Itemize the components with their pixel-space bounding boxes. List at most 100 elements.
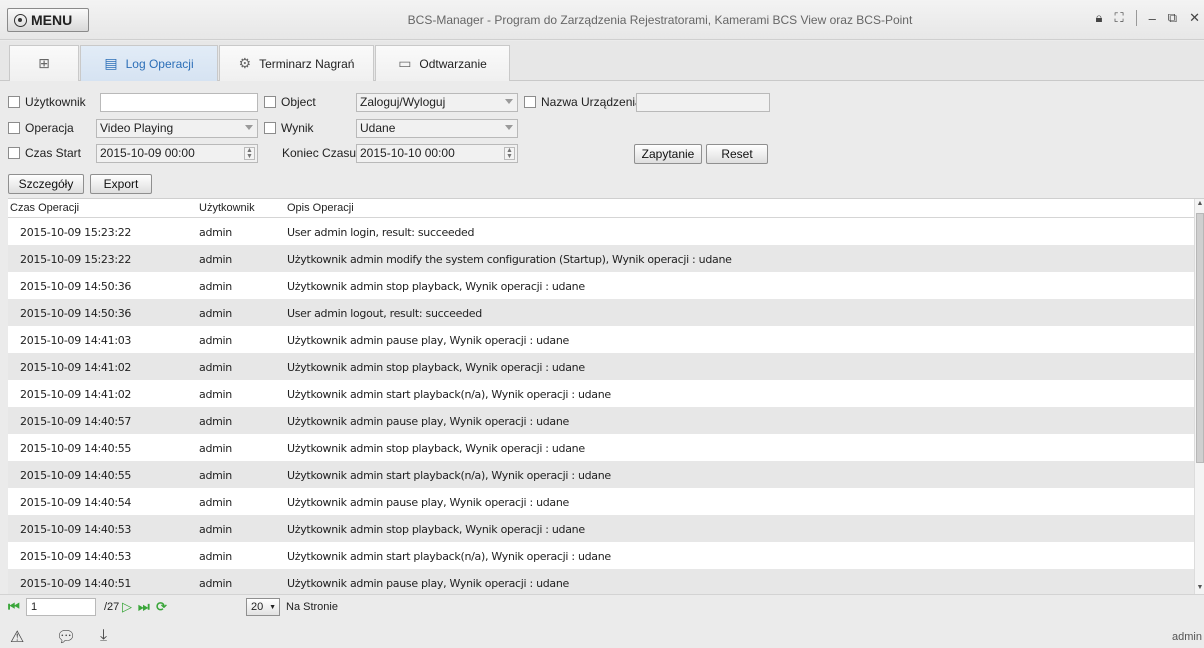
scroll-up-icon[interactable]: ▲ <box>1196 200 1204 210</box>
object-value: Zaloguj/Wyloguj <box>360 95 446 109</box>
operation-label: Operacja <box>25 121 74 135</box>
cell-time: 2015-10-09 14:41:02 <box>20 361 132 374</box>
column-header-time[interactable]: Czas Operacji <box>10 202 79 214</box>
cell-description: User admin logout, result: succeeded <box>287 307 482 320</box>
restore-icon[interactable]: ⧉ <box>1168 10 1177 26</box>
query-button[interactable]: Zapytanie <box>634 144 702 164</box>
cell-user: admin <box>199 523 232 536</box>
cell-description: Użytkownik admin start playback(n/a), Wy… <box>287 469 611 482</box>
end-time-value: 2015-10-10 00:00 <box>360 146 455 160</box>
refresh-icon[interactable]: ⟳ <box>156 599 167 615</box>
table-row[interactable]: 2015-10-09 14:50:36 admin User admin logou… <box>8 299 1194 326</box>
tab-label: Odtwarzanie <box>419 56 487 71</box>
start-checkbox[interactable] <box>8 147 20 159</box>
cell-time: 2015-10-09 14:50:36 <box>20 307 132 320</box>
user-checkbox[interactable] <box>8 96 20 108</box>
details-button[interactable]: Szczegóły <box>8 174 84 194</box>
total-pages: /27 <box>104 601 120 613</box>
start-time-input[interactable]: 2015-10-09 00:00 ▲ ▼ <box>96 144 258 163</box>
cell-time: 2015-10-09 14:40:55 <box>20 442 132 455</box>
operation-select[interactable]: Video Playing <box>96 119 258 138</box>
user-input[interactable] <box>100 93 258 112</box>
result-value: Udane <box>360 121 396 135</box>
controls-divider <box>1135 10 1137 26</box>
warning-icon[interactable]: ⚠ <box>10 627 24 647</box>
device-checkbox[interactable] <box>524 96 536 108</box>
cell-user: admin <box>199 577 232 590</box>
chat-icon[interactable]: 💬︎ <box>56 627 76 647</box>
table-row[interactable]: 2015-10-09 14:41:03 admin Użytkownik admin… <box>8 326 1194 353</box>
table-row[interactable]: 2015-10-09 14:40:53 admin Użytkownik admin… <box>8 542 1194 569</box>
cell-user: admin <box>199 253 232 266</box>
per-page-select[interactable]: 20 <box>246 598 280 616</box>
cell-description: Użytkownik admin stop playback, Wynik op… <box>287 361 585 374</box>
spinner-icon[interactable]: ▲ ▼ <box>504 147 515 160</box>
users-icon[interactable]: ⛶ <box>1114 10 1123 26</box>
table-row[interactable]: 2015-10-09 14:50:36 admin Użytkownik admin… <box>8 272 1194 299</box>
object-filter: Object <box>264 92 316 112</box>
tab-bar: ⊞ ▤ Log Operacji ⚙︎ Terminarz Nagrań ▭ O… <box>0 41 1204 81</box>
playback-icon: ▭ <box>398 55 412 71</box>
cell-description: User admin login, result: succeeded <box>287 226 475 239</box>
export-button[interactable]: Export <box>90 174 152 194</box>
table-row[interactable]: 2015-10-09 14:40:57 admin Użytkownik admin… <box>8 407 1194 434</box>
tab-terminarz-nagran[interactable]: ⚙︎ Terminarz Nagrań <box>219 45 374 81</box>
operation-log-table: Czas Operacji Użytkownik Opis Operacji 2… <box>8 198 1204 594</box>
minimize-icon[interactable]: – <box>1149 11 1156 26</box>
close-icon[interactable]: ✕ <box>1189 10 1200 26</box>
cell-time: 2015-10-09 15:23:22 <box>20 226 132 239</box>
reset-button[interactable]: Reset <box>706 144 768 164</box>
table-row[interactable]: 2015-10-09 14:40:55 admin Użytkownik admin… <box>8 461 1194 488</box>
download-icon[interactable]: ⤓ <box>100 627 107 645</box>
table-row[interactable]: 2015-10-09 15:23:22 admin User admin login… <box>8 218 1194 245</box>
next-page-icon[interactable]: ▷ <box>122 599 132 615</box>
cell-user: admin <box>199 226 232 239</box>
vertical-scrollbar[interactable]: ▲ ▼ <box>1194 199 1204 594</box>
menu-button[interactable]: MENU <box>7 8 89 32</box>
column-header-user[interactable]: Użytkownik <box>199 202 255 214</box>
end-time-input[interactable]: 2015-10-10 00:00 ▲ ▼ <box>356 144 518 163</box>
object-checkbox[interactable] <box>264 96 276 108</box>
last-page-icon[interactable]: ⏭ <box>138 599 150 615</box>
first-page-icon[interactable]: ⏮ <box>8 599 20 615</box>
page-number-input[interactable]: 1 <box>26 598 96 616</box>
cell-time: 2015-10-09 14:40:53 <box>20 550 132 563</box>
table-row[interactable]: 2015-10-09 14:41:02 admin Użytkownik admin… <box>8 380 1194 407</box>
scroll-thumb[interactable] <box>1196 213 1204 463</box>
table-row[interactable]: 2015-10-09 14:40:55 admin Użytkownik admin… <box>8 434 1194 461</box>
table-row[interactable]: 2015-10-09 15:23:22 admin Użytkownik admin… <box>8 245 1194 272</box>
cell-user: admin <box>199 415 232 428</box>
tab-odtwarzanie[interactable]: ▭ Odtwarzanie <box>375 45 510 81</box>
table-row[interactable]: 2015-10-09 14:41:02 admin Użytkownik admin… <box>8 353 1194 380</box>
cell-user: admin <box>199 361 232 374</box>
menu-label: MENU <box>31 12 73 28</box>
start-filter: Czas Start <box>8 143 81 163</box>
table-row[interactable]: 2015-10-09 14:40:54 admin Użytkownik admin… <box>8 488 1194 515</box>
operation-checkbox[interactable] <box>8 122 20 134</box>
result-checkbox[interactable] <box>264 122 276 134</box>
cell-time: 2015-10-09 14:50:36 <box>20 280 132 293</box>
result-filter: Wynik <box>264 118 314 138</box>
table-row[interactable]: 2015-10-09 14:40:51 admin Użytkownik admin… <box>8 569 1194 594</box>
status-bar: ⚠ 💬︎ ⤓ admin <box>0 624 1204 648</box>
table-row[interactable]: 2015-10-09 14:40:53 admin Użytkownik admin… <box>8 515 1194 542</box>
filter-panel: Użytkownik Object Zaloguj/Wyloguj Nazwa … <box>0 82 1204 198</box>
device-input[interactable] <box>636 93 770 112</box>
scroll-down-icon[interactable]: ▼ <box>1196 584 1204 594</box>
column-header-description[interactable]: Opis Operacji <box>287 202 354 214</box>
cell-time: 2015-10-09 14:41:02 <box>20 388 132 401</box>
tab-log-operacji[interactable]: ▤ Log Operacji <box>80 45 218 81</box>
lock-icon[interactable]: 🔒︎ <box>1096 10 1103 26</box>
cell-time: 2015-10-09 15:23:22 <box>20 253 132 266</box>
spinner-icon[interactable]: ▲ ▼ <box>244 147 255 160</box>
cell-description: Użytkownik admin stop playback, Wynik op… <box>287 280 585 293</box>
object-select[interactable]: Zaloguj/Wyloguj <box>356 93 518 112</box>
result-select[interactable]: Udane <box>356 119 518 138</box>
cell-time: 2015-10-09 14:40:51 <box>20 577 132 590</box>
grid-icon: ⊞ <box>38 55 50 71</box>
tab-home[interactable]: ⊞ <box>9 45 79 81</box>
log-icon: ▤ <box>104 55 118 71</box>
chevron-down-icon <box>505 125 513 130</box>
window-title: BCS-Manager - Program do Zarządzenia Rej… <box>407 13 913 27</box>
cell-user: admin <box>199 307 232 320</box>
